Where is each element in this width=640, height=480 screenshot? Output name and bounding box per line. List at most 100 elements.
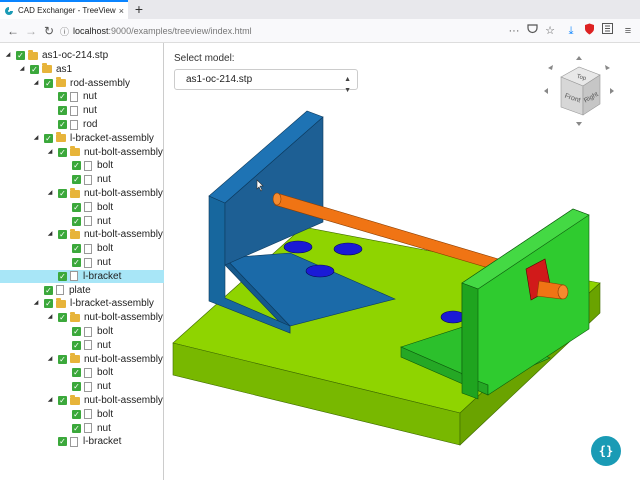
tree-expander-icon[interactable]: ◢ [18,63,26,76]
tree-expander-icon[interactable]: ◢ [46,146,54,159]
tree-node[interactable]: ✓ l-bracket [0,435,164,448]
structure-json-button[interactable]: {} [591,436,621,466]
visibility-checkbox[interactable]: ✓ [44,285,53,295]
reader-view-icon[interactable] [599,23,615,39]
tree-expander-icon[interactable]: ◢ [46,187,54,200]
tree-node[interactable]: ✓ bolt [0,201,164,214]
model-select[interactable]: as1-oc-214.stp ▲ ▼ [174,69,358,94]
visibility-checkbox[interactable]: ✓ [44,133,53,143]
tree-node[interactable]: ✓ rod [0,118,164,131]
view-cube[interactable]: Top Front Right [543,55,615,127]
visibility-checkbox[interactable]: ✓ [16,51,25,60]
visibility-checkbox[interactable]: ✓ [72,327,81,336]
tree-node[interactable]: ◢ ✓ nut-bolt-assembly [0,311,164,324]
tree-expander-icon[interactable]: ◢ [46,353,54,366]
new-tab-button[interactable]: + [131,1,147,17]
page-info-icon[interactable]: ⓘ [60,25,69,38]
visibility-checkbox[interactable]: ✓ [72,161,81,171]
tree-node[interactable]: ✓ bolt [0,325,164,338]
visibility-checkbox[interactable]: ✓ [58,189,67,198]
tree-node[interactable]: ✓ nut [0,215,164,228]
visibility-checkbox[interactable]: ✓ [58,230,67,240]
tree-node[interactable]: ◢ ✓ nut-bolt-assembly [0,146,164,159]
visibility-checkbox[interactable]: ✓ [72,175,81,185]
tree-node[interactable]: ◢ ✓ rod-assembly [0,77,164,90]
tree-node[interactable]: ✓ nut [0,173,164,186]
3d-viewport[interactable] [165,103,640,480]
page-actions-icon[interactable]: ··· [506,23,522,39]
tree-node[interactable]: ◢ ✓ nut-bolt-assembly [0,187,164,200]
visibility-checkbox[interactable]: ✓ [30,64,39,74]
tree-node[interactable]: ✓ nut [0,90,164,103]
visibility-checkbox[interactable]: ✓ [58,120,67,129]
tree-expander-icon[interactable]: ◢ [4,49,12,62]
tree-node[interactable]: ✓ l-bracket [0,269,164,283]
tree-node[interactable]: ✓ nut [0,339,164,352]
tree-node[interactable]: ✓ nut [0,380,164,393]
tree-expander-icon[interactable]: ◢ [46,228,54,241]
browser-tab[interactable]: CAD Exchanger - TreeView × [0,0,128,19]
view-cube-rotate-right-icon[interactable] [605,65,610,70]
visibility-checkbox[interactable]: ✓ [72,202,81,212]
view-cube-arrow-right-icon[interactable] [610,88,614,94]
tree-node[interactable]: ✓ nut [0,422,164,435]
visibility-checkbox[interactable]: ✓ [72,216,81,226]
tree-node[interactable]: ◢ ✓ nut-bolt-assembly [0,228,164,241]
tree-node[interactable]: ◢ ✓ as1-oc-214.stp [0,49,164,62]
tree-node[interactable]: ◢ ✓ l-bracket-assembly [0,132,164,145]
menu-icon[interactable]: ≡ [620,23,636,39]
nut-2[interactable] [333,242,363,256]
tree-expander-icon[interactable]: ◢ [32,297,40,310]
downloads-icon[interactable]: ⤓ [563,23,579,39]
view-cube-rotate-left-icon[interactable] [548,65,553,70]
visibility-checkbox[interactable]: ✓ [72,340,81,350]
tree-node[interactable]: ◢ ✓ nut-bolt-assembly [0,394,164,407]
tree-expander-icon[interactable]: ◢ [46,311,54,324]
visibility-checkbox[interactable]: ✓ [58,354,67,364]
tree-node-label: nut-bolt-assembly [84,353,163,365]
visibility-checkbox[interactable]: ✓ [44,78,53,88]
visibility-checkbox[interactable]: ✓ [58,396,67,405]
visibility-checkbox[interactable]: ✓ [72,423,81,433]
tree-node[interactable]: ✓ bolt [0,366,164,379]
visibility-checkbox[interactable]: ✓ [72,409,81,419]
visibility-checkbox[interactable]: ✓ [58,92,67,102]
tree-node[interactable]: ✓ bolt [0,408,164,421]
visibility-checkbox[interactable]: ✓ [72,368,81,378]
tree-node[interactable]: ◢ ✓ l-bracket-assembly [0,297,164,310]
visibility-checkbox[interactable]: ✓ [58,437,67,447]
view-cube-arrow-down-icon[interactable] [576,122,582,126]
reload-button[interactable]: ↻ [40,22,58,40]
tree-node[interactable]: ✓ nut [0,256,164,269]
pocket-icon[interactable] [524,23,540,39]
tab-close-icon[interactable]: × [119,6,124,16]
tree-node[interactable]: ◢ ✓ as1 [0,63,164,76]
green-bracket-wall[interactable] [461,208,590,396]
tree-node[interactable]: ✓ nut [0,104,164,117]
bookmark-star-icon[interactable]: ☆ [542,23,558,39]
tree-expander-icon[interactable]: ◢ [46,394,54,407]
visibility-checkbox[interactable]: ✓ [44,299,53,309]
visibility-checkbox[interactable]: ✓ [58,271,67,281]
nut-4[interactable] [440,310,466,324]
visibility-checkbox[interactable]: ✓ [72,244,81,254]
visibility-checkbox[interactable]: ✓ [58,106,67,116]
back-button[interactable]: ← [4,22,22,40]
view-cube-arrow-up-icon[interactable] [576,56,582,60]
nut-1[interactable] [283,240,313,254]
tree-expander-icon[interactable]: ◢ [32,77,40,90]
view-cube-arrow-left-icon[interactable] [544,88,548,94]
tree-node[interactable]: ✓ bolt [0,159,164,172]
extension-shield-icon[interactable] [581,23,597,39]
address-bar[interactable]: ⓘ localhost:9000/examples/treeview/index… [60,22,420,40]
visibility-checkbox[interactable]: ✓ [58,313,67,323]
visibility-checkbox[interactable]: ✓ [72,382,81,392]
forward-button[interactable]: → [22,22,40,40]
tree-node[interactable]: ◢ ✓ nut-bolt-assembly [0,353,164,366]
tree-node[interactable]: ✓ bolt [0,242,164,255]
visibility-checkbox[interactable]: ✓ [72,258,81,267]
nut-3[interactable] [305,264,335,278]
tree-node[interactable]: ✓ plate [0,284,164,297]
visibility-checkbox[interactable]: ✓ [58,147,67,157]
tree-expander-icon[interactable]: ◢ [32,132,40,145]
